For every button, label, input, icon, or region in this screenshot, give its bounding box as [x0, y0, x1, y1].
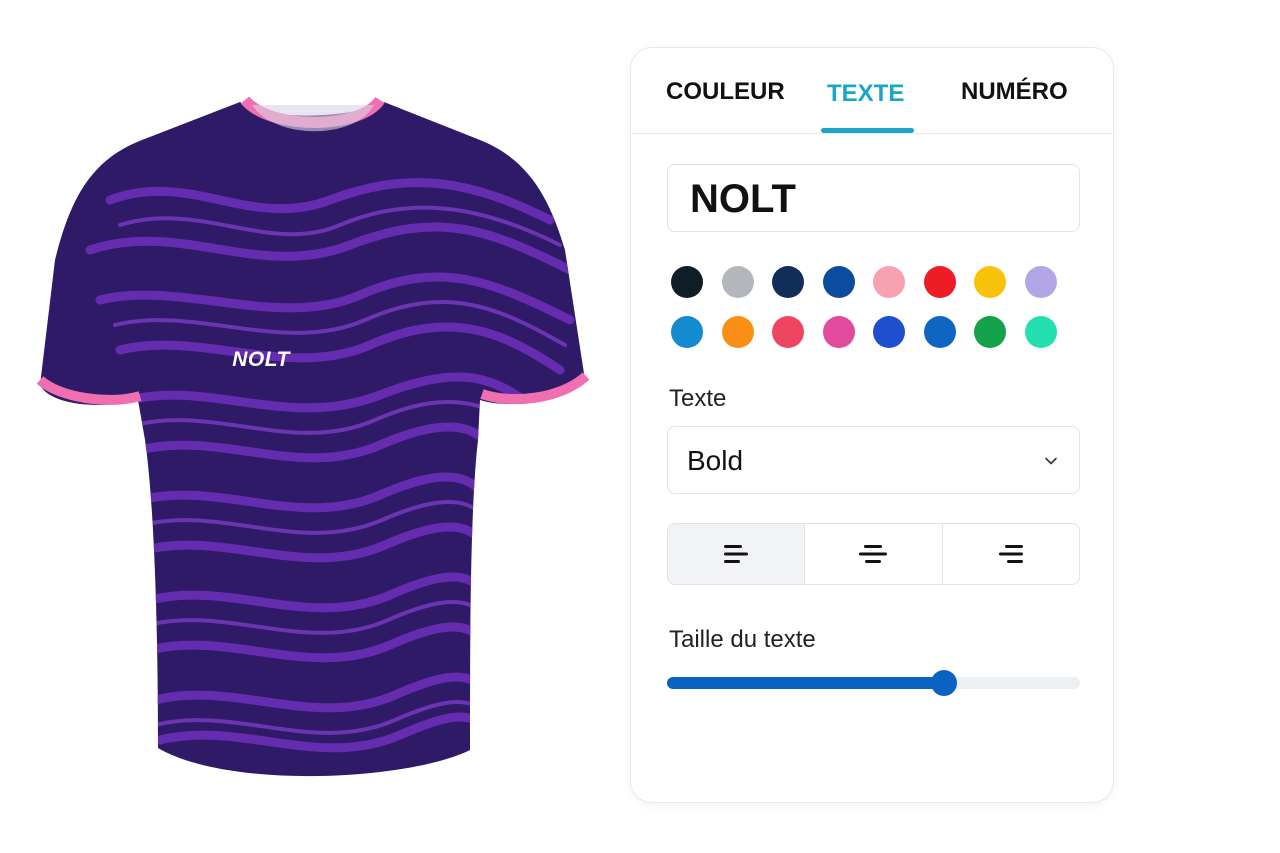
slider-fill [667, 677, 944, 689]
font-style-select[interactable]: Bold [667, 426, 1080, 494]
slider-thumb[interactable] [930, 670, 957, 696]
align-center-icon [859, 545, 888, 563]
align-left-icon [724, 545, 749, 563]
text-input[interactable]: NOLT [667, 164, 1080, 232]
chevron-down-icon [1045, 457, 1057, 465]
color-swatch[interactable] [671, 266, 703, 298]
color-swatch[interactable] [721, 266, 754, 298]
color-swatch[interactable] [923, 266, 956, 298]
tab-texte[interactable]: TEXTE [827, 80, 904, 108]
tab-numero[interactable]: NUMÉRO [961, 78, 1068, 106]
customization-panel: COULEUR TEXTE NUMÉRO NOLT Texte Bold Tai… [630, 47, 1114, 803]
jersey-preview: NOLT [30, 80, 600, 800]
color-swatch[interactable] [772, 266, 804, 298]
size-label: Taille du texte [669, 626, 816, 653]
align-right-icon [998, 545, 1023, 563]
font-label: Texte [669, 385, 727, 412]
color-swatch[interactable] [873, 266, 905, 298]
align-left-button[interactable] [668, 524, 805, 584]
font-style-value: Bold [687, 445, 744, 476]
color-swatch[interactable] [1024, 316, 1057, 348]
color-swatches [671, 266, 1081, 366]
color-swatch[interactable] [974, 316, 1006, 348]
jersey-image [36, 96, 590, 777]
color-swatch[interactable] [671, 316, 703, 348]
color-swatch[interactable] [873, 316, 905, 348]
color-swatch[interactable] [923, 316, 956, 348]
jersey-logo-text: NOLT [232, 348, 290, 371]
alignment-group [667, 523, 1080, 585]
color-swatch[interactable] [974, 266, 1006, 298]
color-swatch[interactable] [1024, 266, 1057, 298]
color-swatch[interactable] [772, 316, 804, 348]
tab-couleur[interactable]: COULEUR [666, 78, 785, 106]
swatch-row [671, 266, 1081, 298]
swatch-row [671, 316, 1081, 348]
color-swatch[interactable] [721, 316, 754, 348]
color-swatch[interactable] [822, 266, 855, 298]
active-tab-indicator [821, 128, 914, 133]
align-center-button[interactable] [804, 524, 941, 584]
color-swatch[interactable] [822, 316, 855, 348]
text-size-slider[interactable] [667, 668, 1080, 698]
tab-bar: COULEUR TEXTE NUMÉRO [631, 48, 1113, 134]
align-right-button[interactable] [941, 524, 1079, 584]
